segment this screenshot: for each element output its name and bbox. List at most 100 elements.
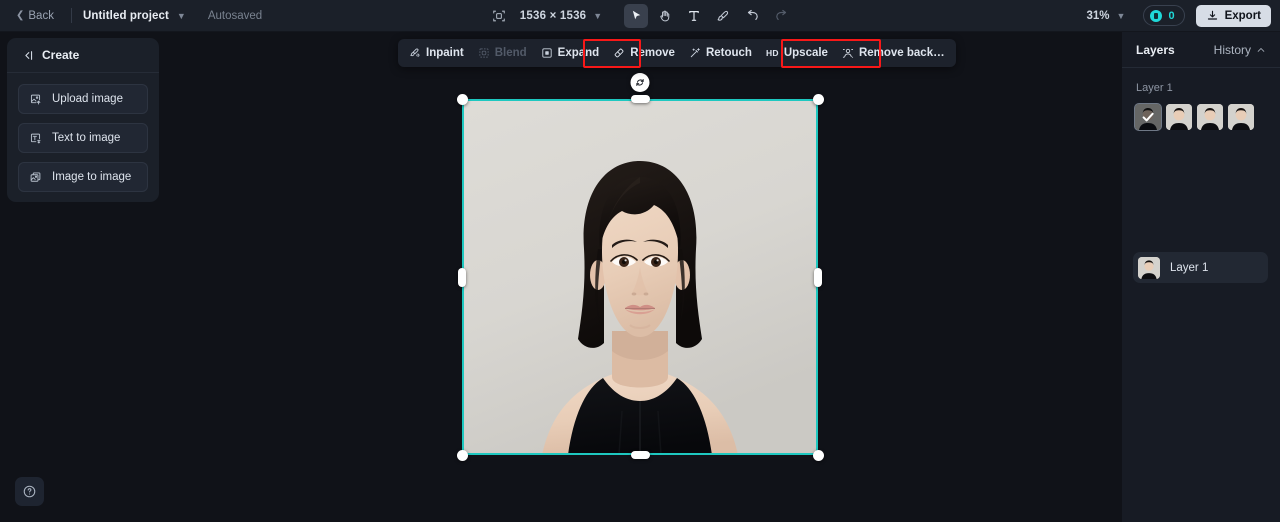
inpaint-button[interactable]: Inpaint bbox=[402, 42, 471, 64]
remove-background-label: Remove back… bbox=[858, 47, 945, 59]
back-button[interactable]: ❮ Back bbox=[10, 7, 60, 25]
remove-eraser-icon bbox=[614, 48, 624, 58]
blend-label: Blend bbox=[494, 47, 527, 59]
resize-handle-middle-right[interactable] bbox=[814, 267, 822, 287]
upload-image-label: Upload image bbox=[52, 93, 123, 105]
retouch-wand-icon bbox=[690, 48, 700, 58]
variant-thumbnail-2[interactable] bbox=[1166, 104, 1192, 130]
portrait-photo[interactable] bbox=[462, 99, 818, 455]
remove-button[interactable]: Remove bbox=[606, 42, 682, 64]
remove-background-button[interactable]: Remove back… bbox=[835, 42, 952, 64]
credit-coin-icon bbox=[1150, 9, 1163, 22]
variant-thumbnail-1[interactable] bbox=[1134, 103, 1162, 131]
resize-handle-top-center[interactable] bbox=[630, 95, 650, 103]
export-label: Export bbox=[1224, 9, 1261, 22]
variant-thumbnail-4[interactable] bbox=[1228, 104, 1254, 130]
project-name[interactable]: Untitled project bbox=[83, 10, 169, 22]
layer-name: Layer 1 bbox=[1170, 261, 1209, 274]
expand-icon bbox=[542, 48, 552, 58]
resize-handle-top-left[interactable] bbox=[456, 93, 468, 105]
text-to-image-button[interactable]: Text to image bbox=[18, 123, 148, 153]
inpaint-label: Inpaint bbox=[426, 47, 464, 59]
brush-tool[interactable] bbox=[711, 4, 735, 28]
check-icon bbox=[1135, 104, 1161, 130]
download-icon bbox=[1207, 10, 1217, 20]
create-panel-body: Upload image Text to image Image to imag… bbox=[7, 73, 159, 192]
variant-thumb-art-3 bbox=[1197, 104, 1223, 130]
image-to-image-icon bbox=[30, 171, 41, 182]
create-panel-title: Create bbox=[42, 48, 80, 62]
layer-thumb-art bbox=[1138, 256, 1160, 279]
collapse-left-icon[interactable] bbox=[21, 49, 34, 62]
variant-thumb-art-2 bbox=[1166, 104, 1192, 130]
retouch-button[interactable]: Retouch bbox=[682, 42, 759, 64]
help-button[interactable] bbox=[15, 477, 44, 506]
image-editor-app: ❮ Back Untitled project ▼ Autosaved 1536… bbox=[0, 0, 1280, 522]
chevron-up-icon bbox=[1257, 47, 1265, 52]
divider bbox=[70, 8, 72, 23]
image-to-image-label: Image to image bbox=[52, 171, 132, 183]
rotate-handle[interactable] bbox=[630, 73, 650, 92]
image-to-image-button[interactable]: Image to image bbox=[18, 162, 148, 192]
image-actions-toolbar: Inpaint Blend Expand Remove Retouch HD U… bbox=[398, 39, 956, 67]
resize-handle-middle-left[interactable] bbox=[458, 267, 466, 287]
create-panel-header: Create bbox=[7, 38, 159, 73]
canvas-size-group: 1536 × 1536 ▼ bbox=[487, 4, 602, 28]
canvas-size-chevron-down-icon[interactable]: ▼ bbox=[593, 11, 602, 21]
redo-button[interactable] bbox=[769, 4, 793, 28]
autosaved-status: Autosaved bbox=[207, 9, 263, 22]
selected-image-object[interactable] bbox=[456, 73, 824, 461]
resize-handle-bottom-left[interactable] bbox=[456, 449, 468, 461]
create-panel: Create Upload image Text to image Image … bbox=[7, 38, 159, 202]
upscale-label: Upscale bbox=[783, 47, 828, 59]
text-tool[interactable] bbox=[682, 4, 706, 28]
text-to-image-label: Text to image bbox=[52, 132, 121, 144]
export-button[interactable]: Export bbox=[1195, 4, 1271, 27]
tool-group bbox=[624, 3, 793, 28]
tab-layers[interactable]: Layers bbox=[1136, 43, 1175, 57]
canvas-size-value[interactable]: 1536 × 1536 bbox=[520, 10, 586, 22]
chevron-left-icon: ❮ bbox=[16, 9, 25, 21]
credits-badge[interactable]: 0 bbox=[1143, 5, 1185, 26]
layer-thumbnail bbox=[1138, 256, 1160, 279]
resize-handle-bottom-center[interactable] bbox=[630, 451, 650, 459]
expand-button[interactable]: Expand bbox=[534, 42, 607, 64]
top-bar: ❮ Back Untitled project ▼ Autosaved 1536… bbox=[0, 0, 1280, 32]
hand-tool[interactable] bbox=[653, 4, 677, 28]
top-bar-right: 31% ▼ 0 Export bbox=[1087, 0, 1280, 32]
blend-button[interactable]: Blend bbox=[471, 42, 534, 64]
layer-list-item[interactable]: Layer 1 bbox=[1133, 252, 1268, 283]
help-question-icon bbox=[23, 485, 36, 498]
expand-label: Expand bbox=[557, 47, 600, 59]
canvas-resize-icon[interactable] bbox=[487, 4, 511, 28]
blend-icon bbox=[479, 48, 489, 58]
variant-thumbnail-3[interactable] bbox=[1197, 104, 1223, 130]
chevron-down-icon[interactable]: ▼ bbox=[177, 11, 186, 21]
upload-image-icon bbox=[30, 94, 41, 105]
text-to-image-icon bbox=[30, 133, 41, 143]
undo-button[interactable] bbox=[740, 4, 764, 28]
top-bar-left: ❮ Back Untitled project ▼ Autosaved bbox=[0, 0, 262, 32]
back-label: Back bbox=[28, 9, 54, 22]
portrait-photo-art bbox=[462, 99, 818, 455]
credits-count: 0 bbox=[1168, 9, 1175, 22]
layers-panel-header: Layers History bbox=[1122, 32, 1280, 68]
inpaint-icon bbox=[410, 48, 420, 57]
variant-thumb-art-4 bbox=[1228, 104, 1254, 130]
tab-history[interactable]: History bbox=[1214, 43, 1266, 57]
retouch-label: Retouch bbox=[705, 47, 752, 59]
select-tool[interactable] bbox=[624, 3, 649, 28]
resize-handle-bottom-right[interactable] bbox=[812, 449, 824, 461]
layer-variant-thumbnails bbox=[1122, 94, 1280, 131]
remove-background-icon bbox=[842, 48, 854, 58]
hd-badge: HD bbox=[765, 48, 779, 58]
tab-history-label: History bbox=[1213, 42, 1251, 57]
layers-panel: Layers History Layer 1 Layer 1 bbox=[1122, 32, 1280, 522]
rotate-icon bbox=[636, 78, 644, 87]
resize-handle-top-right[interactable] bbox=[812, 93, 824, 105]
layer-group-label: Layer 1 bbox=[1136, 82, 1173, 94]
upload-image-button[interactable]: Upload image bbox=[18, 84, 148, 114]
zoom-chevron-down-icon[interactable]: ▼ bbox=[1117, 11, 1126, 21]
zoom-level[interactable]: 31% bbox=[1087, 10, 1110, 22]
hd-upscale-button[interactable]: HD Upscale bbox=[759, 42, 835, 64]
